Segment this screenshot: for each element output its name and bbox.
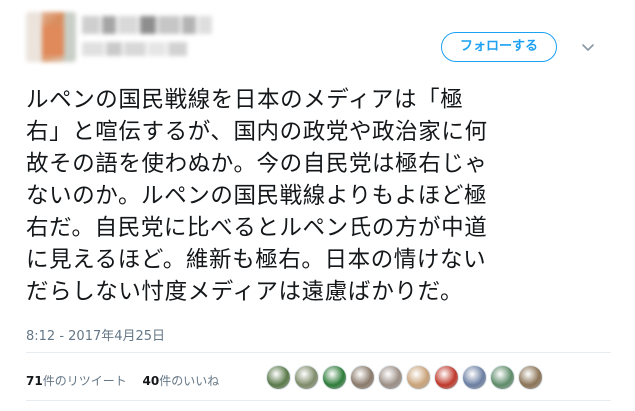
tweet-text-line: 故その語を使わぬか。今の自民党は極右じゃ xyxy=(26,151,488,177)
tweet-text: ルペンの国民戦線を日本のメディアは「極 右」と喧伝するが、国内の政党や政治家に何… xyxy=(26,84,606,308)
liker-avatars xyxy=(266,365,543,391)
tweet-text-line: 右」と喧伝するが、国内の政党や政治家に何 xyxy=(26,119,488,145)
tweet-text-line: ルペンの国民戦線を日本のメディアは「極 xyxy=(26,87,464,113)
follow-button[interactable]: フォローする xyxy=(441,32,557,62)
like-label: 件のいいね xyxy=(159,374,220,388)
tweet-card: フォローする ルペンの国民戦線を日本のメディアは「極 右」と喧伝するが、国内の政… xyxy=(0,0,635,411)
liker-avatar-5[interactable] xyxy=(378,365,403,390)
like-stat[interactable]: 40件のいいね xyxy=(143,372,220,389)
liker-avatar-1[interactable] xyxy=(266,365,291,390)
liker-avatar-9[interactable] xyxy=(490,365,515,390)
author-avatar[interactable] xyxy=(26,12,76,62)
tweet-text-line: ないのか。ルペンの国民戦線よりもよほど極 xyxy=(26,183,488,209)
liker-avatar-6[interactable] xyxy=(406,365,431,390)
divider xyxy=(26,352,611,353)
tweet-timestamp[interactable]: 8:12 - 2017年4月25日 xyxy=(26,325,165,344)
liker-avatar-10[interactable] xyxy=(518,365,543,390)
liker-avatar-7[interactable] xyxy=(434,365,459,390)
liker-avatar-8[interactable] xyxy=(462,365,487,390)
liker-avatar-3[interactable] xyxy=(322,365,347,390)
retweet-label: 件のリツイート xyxy=(42,374,127,388)
chevron-down-icon[interactable] xyxy=(579,38,597,56)
divider xyxy=(26,400,611,401)
liker-avatar-2[interactable] xyxy=(294,365,319,390)
tweet-text-line: に見えるほど。維新も極右。日本の情けない xyxy=(26,247,487,273)
author-name-blurred[interactable] xyxy=(82,14,212,36)
retweet-count: 71 xyxy=(26,374,43,388)
author-handle-blurred[interactable] xyxy=(82,40,187,58)
tweet-stats: 71件のリツイート 40件のいいね xyxy=(26,372,231,389)
liker-avatar-4[interactable] xyxy=(350,365,375,390)
like-count: 40 xyxy=(142,374,160,388)
tweet-text-line: 右だ。自民党に比べるとルペン氏の方が中道 xyxy=(26,215,488,241)
tweet-text-line: だらしない忖度メディアは遠慮ばかりだ。 xyxy=(26,279,464,305)
retweet-stat[interactable]: 71件のリツイート xyxy=(26,372,127,389)
